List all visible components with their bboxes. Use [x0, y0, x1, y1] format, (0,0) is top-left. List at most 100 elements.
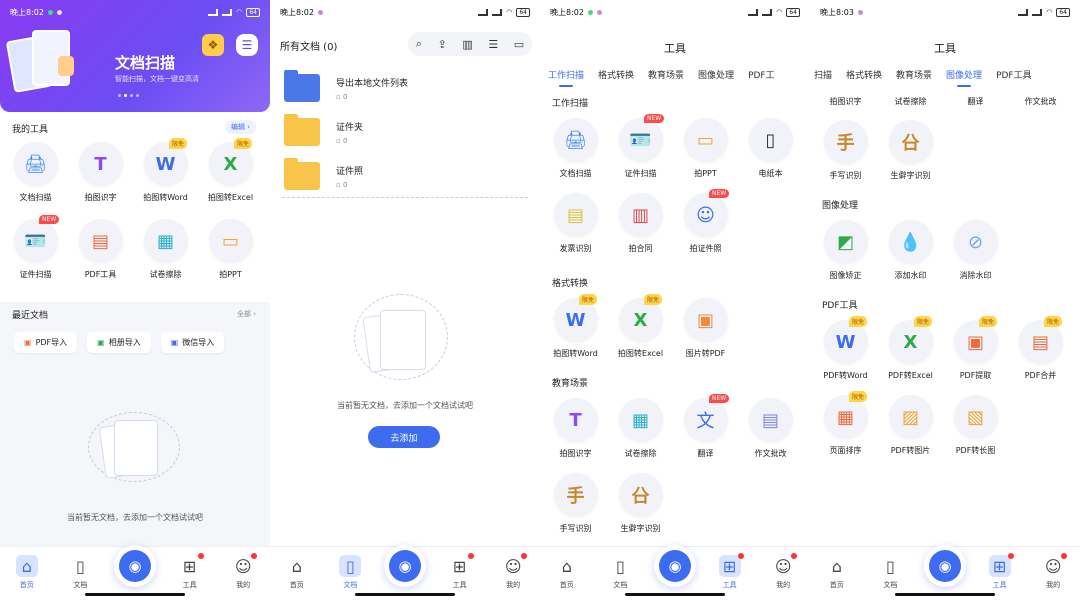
folder-item[interactable]: 证件夹 ▫ 0 — [270, 110, 540, 154]
tab-image[interactable]: 图像处理 — [946, 68, 982, 87]
pdf-stack-icon: ▤ — [78, 219, 123, 263]
wechat-import-button[interactable]: ▣ 微信导入 — [160, 332, 225, 353]
tool-id-photo[interactable]: NEW ☺ 拍证件照 — [673, 189, 738, 254]
search-icon[interactable]: ⌕ — [416, 37, 422, 51]
tool-exam-erase[interactable]: ▦ 试卷擦除 — [133, 219, 198, 280]
tool-doc-scan[interactable]: 🖨 文档扫描 — [3, 142, 68, 203]
tool-exam-erase[interactable]: ▦ 试卷擦除 — [608, 398, 673, 459]
pdf-long-image-icon: ▧ — [953, 395, 998, 439]
nav-mine[interactable]: ☺ 我的 — [223, 553, 263, 590]
nav-tools[interactable]: ⊞ 工具 — [440, 553, 480, 590]
tool-remove-watermark[interactable]: ⊘ 消除水印 — [943, 220, 1008, 281]
id-card-icon: 🪪 — [618, 118, 663, 162]
nav-home[interactable]: ⌂ 首页 — [7, 555, 47, 590]
camera-button[interactable]: ◉ — [923, 545, 966, 587]
tab-image[interactable]: 图像处理 — [698, 68, 734, 85]
tool-pdf-to-long-image[interactable]: ▧ PDF转长图 — [943, 395, 1008, 456]
camera-button[interactable]: ◉ — [653, 545, 696, 587]
all-link[interactable]: 全部 › — [237, 309, 256, 319]
pdf-import-button[interactable]: ▣ PDF导入 — [14, 332, 78, 353]
contract-icon: ▥ — [618, 193, 663, 237]
book-icon[interactable]: ▥ — [462, 38, 472, 51]
tool-rare-char[interactable]: 㕣生僻字识别 — [608, 473, 673, 534]
edit-button[interactable]: 编辑 › — [224, 120, 256, 134]
tool-page-sort[interactable]: 限免 ▦ 页面排序 — [813, 391, 878, 456]
tool-rare-char[interactable]: 㕣生僻字识别 — [878, 120, 943, 181]
add-doc-button[interactable]: 去添加 — [368, 426, 440, 448]
album-import-button[interactable]: ▣ 相册导入 — [87, 332, 151, 353]
e-paper-icon: ▯ — [748, 118, 793, 162]
tool-ocr[interactable]: T 拍图识字 — [68, 142, 133, 203]
new-folder-icon[interactable]: ▭ — [514, 38, 524, 51]
tool-essay[interactable]: ▤ 作文批改 — [738, 398, 803, 459]
tool-doc-scan[interactable]: 🖨 文档扫描 — [543, 118, 608, 179]
tool-handwriting[interactable]: 手手写识别 — [543, 473, 608, 534]
recent-title: 最近文档 — [12, 311, 49, 321]
tool-invoice[interactable]: ▤ 发票识别 — [543, 193, 608, 254]
tool-ppt[interactable]: ▭ 拍PPT — [198, 219, 263, 280]
tools-title: 工具 — [934, 42, 956, 55]
nav-mine[interactable]: ☺ 我的 — [493, 553, 533, 590]
tool-pdf-extract[interactable]: 限免 ▣ PDF提取 — [943, 316, 1008, 381]
tool-ppt[interactable]: ▭ 拍PPT — [673, 118, 738, 179]
tool-id-scan[interactable]: NEW 🪪 证件扫描 — [3, 215, 68, 280]
tool-image-correct[interactable]: ◩ 图像矫正 — [813, 220, 878, 281]
nav-docs[interactable]: ▯ 文档 — [60, 555, 100, 590]
tool-pdf-merge[interactable]: 限免 ▤ PDF合并 — [1008, 316, 1073, 381]
nav-mine[interactable]: ☺ 我的 — [1033, 553, 1073, 590]
nav-tools[interactable]: ⊞ 工具 — [170, 553, 210, 590]
tab-work-scan[interactable]: 工作扫描 — [548, 68, 584, 87]
menu-icon[interactable]: ☰ — [236, 34, 258, 56]
tab-format[interactable]: 格式转换 — [598, 68, 634, 85]
tool-translate[interactable]: NEW 文翻译 — [673, 394, 738, 459]
camera-button[interactable]: ◉ — [383, 545, 426, 587]
tool-handwriting[interactable]: 手手写识别 — [813, 120, 878, 181]
sort-icon[interactable]: ☰ — [488, 38, 498, 51]
folder-item[interactable]: 导出本地文件列表 ▫ 0 — [270, 66, 540, 110]
tool-add-watermark[interactable]: 💧 添加水印 — [878, 220, 943, 281]
hero-subtitle: 智能扫描，文档一键变高清 — [115, 75, 199, 83]
tool-e-paper[interactable]: ▯ 电纸本 — [738, 118, 803, 179]
nav-home[interactable]: ⌂ 首页 — [277, 555, 317, 590]
grid-icon: ⊞ — [452, 556, 467, 576]
tab-work-scan[interactable]: 扫描 — [814, 68, 832, 85]
tool-contract[interactable]: ▥ 拍合同 — [608, 193, 673, 254]
watermark-icon: 💧 — [888, 220, 933, 264]
tab-format[interactable]: 格式转换 — [846, 68, 882, 85]
handwriting-icon: 手 — [553, 473, 598, 517]
tool-img-to-pdf[interactable]: ▣ 图片转PDF — [673, 298, 738, 359]
free-badge: 限免 — [579, 294, 598, 305]
tab-edu[interactable]: 教育场景 — [896, 68, 932, 85]
tool-pdf[interactable]: ▤ PDF工具 — [68, 219, 133, 280]
nav-docs[interactable]: ▯ 文档 — [870, 555, 910, 590]
tab-edu[interactable]: 教育场景 — [648, 68, 684, 85]
tool-pdf-to-word[interactable]: 限免 W PDF转Word — [813, 316, 878, 381]
tab-pdf[interactable]: PDF工具 — [996, 68, 1032, 85]
new-badge: NEW — [709, 394, 730, 403]
tab-pdf[interactable]: PDF工 — [748, 68, 775, 85]
nav-tools[interactable]: ⊞ 工具 — [710, 553, 750, 590]
tool-pdf-to-excel[interactable]: 限免 X PDF转Excel — [878, 316, 943, 381]
empty-docs-illustration — [354, 294, 448, 380]
work-scan-grid: 🖨 文档扫描 NEW 🪪 证件扫描 ▭ 拍PPT ▯ 电纸本 ▤ 发票识别 ▥ 拍合同 NEW… — [543, 114, 803, 254]
camera-button[interactable]: ◉ — [113, 545, 156, 587]
nav-tools[interactable]: ⊞ 工具 — [980, 553, 1020, 590]
tool-to-excel[interactable]: 限免 X 拍图转Excel — [608, 294, 673, 359]
tool-to-word[interactable]: 限免 W 拍图转Word — [543, 294, 608, 359]
nav-mine[interactable]: ☺ 我的 — [763, 553, 803, 590]
folder-item[interactable]: 证件照 ▫ 0 — [270, 154, 540, 198]
tool-id-scan[interactable]: NEW 🪪 证件扫描 — [608, 114, 673, 179]
nav-home[interactable]: ⌂ 首页 — [817, 555, 857, 590]
tool-pdf-to-image[interactable]: ▨ PDF转图片 — [878, 395, 943, 456]
vip-icon[interactable]: ❖ — [202, 34, 224, 56]
home-icon: ⌂ — [15, 555, 38, 577]
nav-home[interactable]: ⌂ 首页 — [547, 555, 587, 590]
nav-docs[interactable]: ▯ 文档 — [330, 555, 370, 590]
import-icon[interactable]: ⇪ — [438, 38, 447, 51]
ppt-icon: ▭ — [208, 219, 253, 263]
tool-ocr[interactable]: T 拍图识字 — [543, 398, 608, 459]
nav-docs[interactable]: ▯ 文档 — [600, 555, 640, 590]
tool-to-word[interactable]: 限免 W 拍图转Word — [133, 138, 198, 203]
doc-icon: ▯ — [339, 555, 362, 577]
tool-to-excel[interactable]: 限免 X 拍图转Excel — [198, 138, 263, 203]
